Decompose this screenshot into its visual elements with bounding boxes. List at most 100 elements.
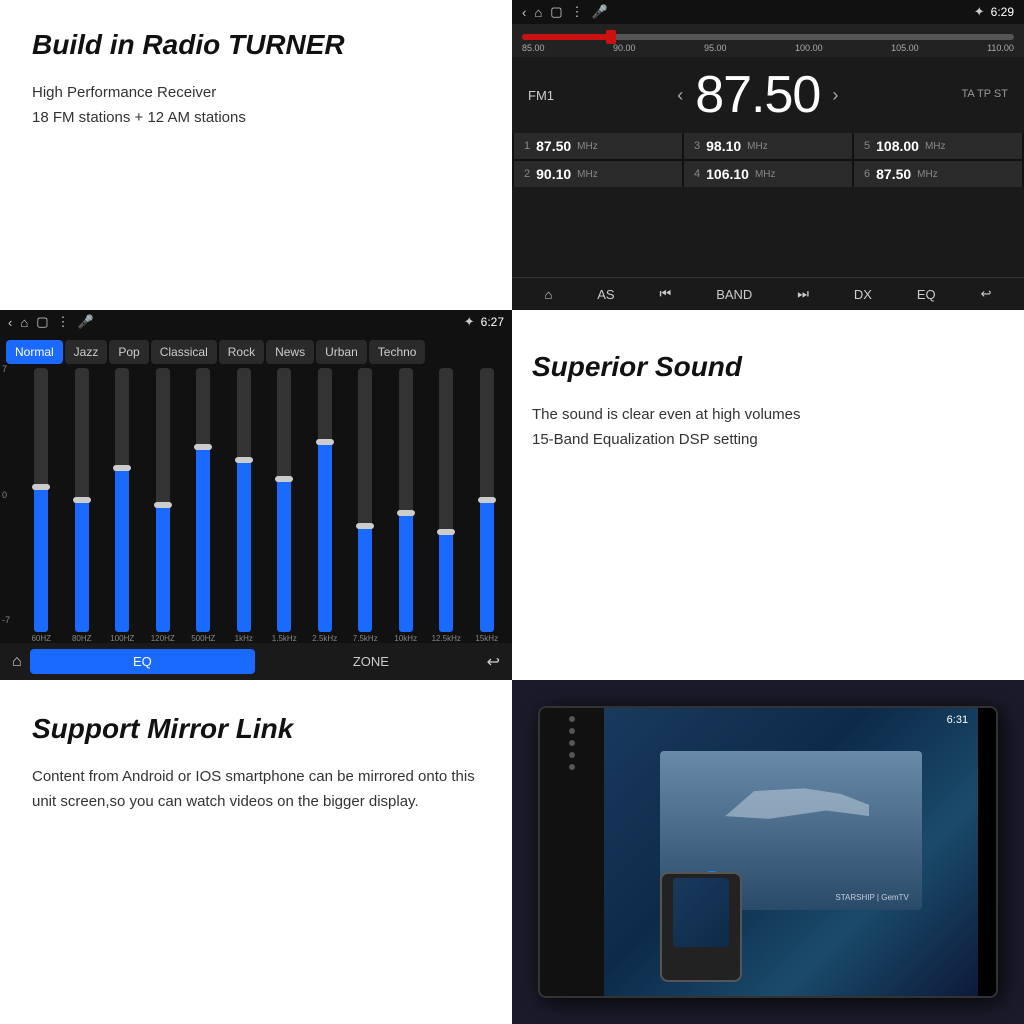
eq-handle-15khz[interactable] bbox=[478, 497, 496, 503]
eq-track-10khz bbox=[399, 368, 413, 632]
eq-handle-7p5khz[interactable] bbox=[356, 523, 374, 529]
eq-bar-80hz[interactable]: 80HZ bbox=[63, 368, 102, 643]
radio-desc-line1: High Performance Receiver bbox=[32, 80, 488, 106]
eq-home-button[interactable]: ⌂ bbox=[12, 653, 22, 671]
prev-freq-button[interactable]: ‹ bbox=[677, 85, 683, 106]
preset-2[interactable]: 2 90.10 MHz bbox=[514, 161, 682, 187]
eq-label-15khz: 15kHz bbox=[475, 634, 498, 643]
home-icon: ⌂ bbox=[534, 5, 542, 20]
freq-labels: 85.00 90.00 95.00 100.00 105.00 110.00 bbox=[522, 43, 1014, 53]
eq-y-top: 7 bbox=[2, 364, 10, 374]
eq-track-60hz bbox=[34, 368, 48, 632]
next-button[interactable]: ⏭ bbox=[797, 286, 809, 302]
page-root: Build in Radio TURNER High Performance R… bbox=[0, 0, 1024, 1024]
eq-track-15khz bbox=[480, 368, 494, 632]
eq-tab-pop[interactable]: Pop bbox=[109, 340, 148, 364]
superior-desc-line2: 15-Band Equalization DSP setting bbox=[532, 427, 994, 453]
eq-handle-2p5khz[interactable] bbox=[316, 439, 334, 445]
eq-handle-60hz[interactable] bbox=[32, 484, 50, 490]
preset-3[interactable]: 3 98.10 MHz bbox=[684, 133, 852, 159]
preset-6[interactable]: 6 87.50 MHz bbox=[854, 161, 1022, 187]
back-icon: ‹ bbox=[522, 5, 526, 20]
eq-bar-10khz[interactable]: 10kHz bbox=[387, 368, 426, 643]
eq-tab-classical[interactable]: Classical bbox=[151, 340, 217, 364]
eq-bar-1khz[interactable]: 1kHz bbox=[225, 368, 264, 643]
side-dot-5 bbox=[569, 764, 575, 770]
eq-label-500hz: 500HZ bbox=[191, 634, 215, 643]
eq-handle-80hz[interactable] bbox=[73, 497, 91, 503]
eq-label-2p5khz: 2.5kHz bbox=[312, 634, 337, 643]
eq-track-12p5khz bbox=[439, 368, 453, 632]
eq-bar-7p5khz[interactable]: 7.5kHz bbox=[346, 368, 385, 643]
eq-zone-button[interactable]: ZONE bbox=[263, 654, 478, 669]
prev-button[interactable]: ⏮ bbox=[660, 286, 672, 302]
preset-5[interactable]: 5 108.00 MHz bbox=[854, 133, 1022, 159]
station-presets: 1 87.50 MHz 3 98.10 MHz 5 108.00 MHz 2 9… bbox=[512, 133, 1024, 187]
menu-icon: ⋮ bbox=[571, 4, 584, 20]
radio-status-bar: ‹ ⌂ ▢ ⋮ 🎤 ✦ 6:29 bbox=[512, 0, 1024, 24]
superior-desc: The sound is clear even at high volumes … bbox=[532, 402, 994, 453]
eq-handle-1khz[interactable] bbox=[235, 457, 253, 463]
eq-eq-button[interactable]: EQ bbox=[30, 649, 255, 674]
band-button[interactable]: BAND bbox=[716, 287, 752, 302]
eq-bar-120hz[interactable]: 120HZ bbox=[144, 368, 183, 643]
eq-tab-techno[interactable]: Techno bbox=[369, 340, 426, 364]
eq-track-7p5khz bbox=[358, 368, 372, 632]
eq-bar-2p5khz[interactable]: 2.5kHz bbox=[306, 368, 345, 643]
car-unit-screen: 6:31 STARSHIP | GemTV bbox=[604, 708, 979, 996]
eq-track-100hz bbox=[115, 368, 129, 632]
preset-freq-3: 98.10 bbox=[706, 138, 741, 154]
mic-icon: 🎤 bbox=[592, 4, 608, 20]
preset-unit-4: MHz bbox=[755, 169, 776, 180]
eq-tab-urban[interactable]: Urban bbox=[316, 340, 367, 364]
eq-handle-120hz[interactable] bbox=[154, 502, 172, 508]
phone-screen bbox=[673, 878, 729, 946]
side-dot-2 bbox=[569, 728, 575, 734]
preset-num-6: 6 bbox=[864, 168, 870, 180]
eq-track-500hz bbox=[196, 368, 210, 632]
radio-controls: ⌂ AS ⏮ BAND ⏭ DX EQ ↩ bbox=[512, 277, 1024, 310]
next-freq-button[interactable]: › bbox=[832, 85, 838, 106]
freq-label-1: 85.00 bbox=[522, 43, 545, 53]
eq-bar-12p5khz[interactable]: 12.5kHz bbox=[427, 368, 466, 643]
eq-bar-15khz[interactable]: 15kHz bbox=[468, 368, 507, 643]
eq-handle-500hz[interactable] bbox=[194, 444, 212, 450]
eq-handle-1p5khz[interactable] bbox=[275, 476, 293, 482]
phone-shape bbox=[660, 872, 742, 982]
preset-unit-1: MHz bbox=[577, 141, 598, 152]
eq-fill-120hz bbox=[156, 505, 170, 632]
eq-handle-12p5khz[interactable] bbox=[437, 529, 455, 535]
eq-tab-rock[interactable]: Rock bbox=[219, 340, 264, 364]
preset-unit-3: MHz bbox=[747, 141, 768, 152]
eq-bar-1p5khz[interactable]: 1.5kHz bbox=[265, 368, 304, 643]
eq-bar-500hz[interactable]: 500HZ bbox=[184, 368, 223, 643]
freq-slider[interactable]: 85.00 90.00 95.00 100.00 105.00 110.00 bbox=[512, 24, 1024, 57]
preset-4[interactable]: 4 106.10 MHz bbox=[684, 161, 852, 187]
eq-status-left: ‹ ⌂ ▢ ⋮ 🎤 bbox=[8, 314, 94, 330]
as-button[interactable]: AS bbox=[597, 287, 614, 302]
dx-button[interactable]: DX bbox=[854, 287, 872, 302]
back-button[interactable]: ↩ bbox=[981, 286, 992, 302]
eq-square-icon: ▢ bbox=[36, 314, 48, 330]
preset-1[interactable]: 1 87.50 MHz bbox=[514, 133, 682, 159]
eq-back-button[interactable]: ↩ bbox=[487, 652, 500, 672]
superior-text-section: Superior Sound The sound is clear even a… bbox=[512, 310, 1024, 680]
eq-bar-100hz[interactable]: 100HZ bbox=[103, 368, 142, 643]
eq-screen: ‹ ⌂ ▢ ⋮ 🎤 ✦ 6:27 Normal Jazz Pop Classic… bbox=[0, 310, 512, 680]
eq-tab-jazz[interactable]: Jazz bbox=[65, 340, 108, 364]
eq-bar-60hz[interactable]: 60HZ bbox=[22, 368, 61, 643]
eq-fill-500hz bbox=[196, 447, 210, 632]
eq-handle-100hz[interactable] bbox=[113, 465, 131, 471]
eq-button[interactable]: EQ bbox=[917, 287, 936, 302]
eq-tab-normal[interactable]: Normal bbox=[6, 340, 63, 364]
home-ctrl-button[interactable]: ⌂ bbox=[544, 287, 552, 302]
preset-freq-1: 87.50 bbox=[536, 138, 571, 154]
eq-back-icon: ‹ bbox=[8, 315, 12, 330]
eq-track-120hz bbox=[156, 368, 170, 632]
freq-fill bbox=[522, 34, 611, 40]
eq-status-right: ✦ 6:27 bbox=[464, 314, 504, 330]
preset-num-4: 4 bbox=[694, 168, 700, 180]
eq-home-icon: ⌂ bbox=[20, 315, 28, 330]
eq-tab-news[interactable]: News bbox=[266, 340, 314, 364]
eq-handle-10khz[interactable] bbox=[397, 510, 415, 516]
